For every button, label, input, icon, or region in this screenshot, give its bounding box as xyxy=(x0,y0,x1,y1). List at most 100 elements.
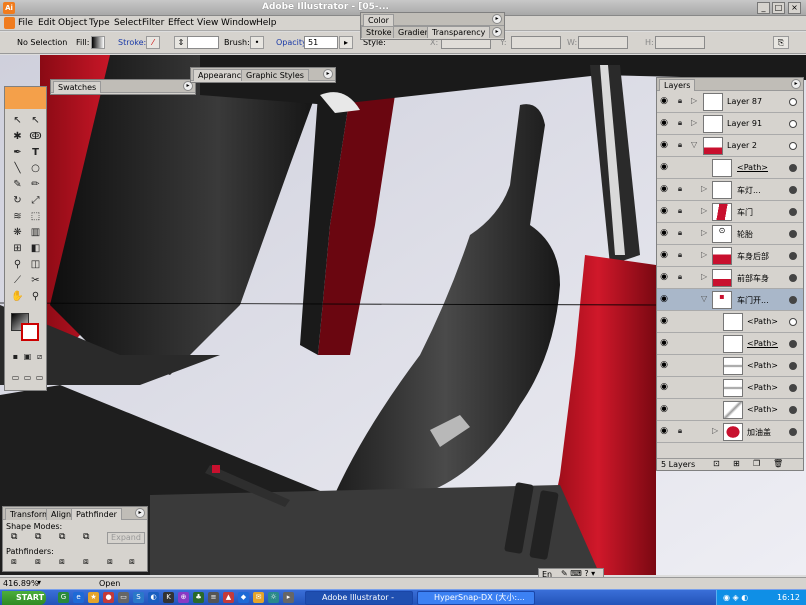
type-tool-icon[interactable]: T xyxy=(27,145,44,160)
selection-tool-icon[interactable]: ↖ xyxy=(9,113,26,128)
document-icon[interactable] xyxy=(4,17,15,29)
visibility-eye-icon[interactable]: ◉ xyxy=(659,118,669,128)
visibility-eye-icon[interactable]: ◉ xyxy=(659,250,669,260)
menu-file[interactable]: File xyxy=(18,18,33,28)
hand-tool-icon[interactable]: ✋ xyxy=(9,289,26,304)
layer-row[interactable]: ◉ <Path> xyxy=(657,377,803,399)
quicklaunch-icon[interactable]: ◆ xyxy=(238,592,249,603)
minimize-button[interactable]: _ xyxy=(757,2,770,14)
target-circle-icon[interactable] xyxy=(789,120,797,128)
target-circle-icon[interactable] xyxy=(789,428,797,436)
visibility-eye-icon[interactable]: ◉ xyxy=(659,338,669,348)
tray-icons[interactable]: ◉ ◈ ◐ xyxy=(723,593,748,602)
trim-icon[interactable]: ⧈ xyxy=(35,557,41,567)
visibility-eye-icon[interactable]: ◉ xyxy=(659,206,669,216)
expand-triangle-icon[interactable]: ▷ xyxy=(701,228,707,237)
control-menu-icon[interactable]: ⎘ xyxy=(773,36,789,49)
menu-select[interactable]: Select xyxy=(114,18,142,28)
target-circle-icon[interactable] xyxy=(789,296,797,304)
scale-tool-icon[interactable]: ⤢ xyxy=(27,193,44,208)
tab-pathfinder[interactable]: Pathfinder xyxy=(71,508,122,520)
layer-row[interactable]: ◉ <Path> xyxy=(657,157,803,179)
opacity-dropdown[interactable]: ▸ xyxy=(339,36,353,49)
zoom-tool-icon[interactable]: ⚲ xyxy=(27,289,44,304)
blend-tool-icon[interactable]: ◫ xyxy=(27,257,44,272)
taskbar-item-hypersnap[interactable]: HyperSnap-DX (大小:... xyxy=(417,591,535,605)
expand-triangle-icon[interactable]: ▷ xyxy=(691,96,697,105)
minus-back-icon[interactable]: ⧈ xyxy=(129,557,135,567)
menu-window[interactable]: Window xyxy=(221,18,257,28)
expand-triangle-icon[interactable]: ▷ xyxy=(701,272,707,281)
layer-row[interactable]: ◉ 🔒︎ ▷ 车身后部 xyxy=(657,245,803,267)
eyedropper-tool-icon[interactable]: ⚲ xyxy=(9,257,26,272)
menu-type[interactable]: Type xyxy=(89,18,110,28)
tab-stroke[interactable]: Stroke xyxy=(361,26,397,38)
menu-object[interactable]: Object xyxy=(58,18,87,28)
stroke-color-box[interactable] xyxy=(21,323,39,341)
layer-row[interactable]: ◉ 🔒︎ ▷ ⊙ 轮胎 xyxy=(657,223,803,245)
direct-selection-tool-icon[interactable]: ↖ xyxy=(27,113,44,128)
tab-layers[interactable]: Layers xyxy=(659,79,696,91)
outline-icon[interactable]: ⧈ xyxy=(107,557,113,567)
visibility-eye-icon[interactable]: ◉ xyxy=(659,96,669,106)
new-sublayer-icon[interactable]: ⊞ xyxy=(733,459,740,468)
menu-effect[interactable]: Effect xyxy=(168,18,194,28)
h-field[interactable] xyxy=(655,36,705,49)
target-circle-icon[interactable] xyxy=(789,208,797,216)
graph-tool-icon[interactable]: ▥ xyxy=(27,225,44,240)
pencil-tool-icon[interactable]: ✏ xyxy=(27,177,44,192)
layer-row[interactable]: ◉ <Path> xyxy=(657,399,803,421)
expand-triangle-icon[interactable]: ▽ xyxy=(691,140,697,149)
ellipse-tool-icon[interactable]: ○ xyxy=(27,161,44,176)
stroke-weight-field[interactable] xyxy=(187,36,219,49)
lock-icon[interactable]: 🔒︎ xyxy=(675,426,685,437)
start-button[interactable]: START xyxy=(2,591,46,605)
layer-row[interactable]: ◉ 🔒︎ ▷ Layer 91 xyxy=(657,113,803,135)
visibility-eye-icon[interactable]: ◉ xyxy=(659,404,669,414)
delete-layer-icon[interactable]: 🗑︎ xyxy=(773,459,783,468)
maximize-button[interactable]: □ xyxy=(772,2,785,14)
layer-row[interactable]: ◉ 🔒︎ ▷ 车灯... xyxy=(657,179,803,201)
divide-icon[interactable]: ⧈ xyxy=(11,557,17,567)
brush-picker[interactable]: • xyxy=(250,36,264,49)
warp-tool-icon[interactable]: ≋ xyxy=(9,209,26,224)
layer-row[interactable]: ◉ 🔒︎ ▽ Layer 2 xyxy=(657,135,803,157)
scissors-tool-icon[interactable]: ✂ xyxy=(27,273,44,288)
free-transform-tool-icon[interactable]: ⬚ xyxy=(27,209,44,224)
none-mode-icon[interactable]: ⧄ xyxy=(31,349,48,364)
lock-icon[interactable]: 🔒︎ xyxy=(675,272,685,283)
merge-icon[interactable]: ⧈ xyxy=(59,557,65,567)
quicklaunch-icon[interactable]: G xyxy=(58,592,69,603)
menu-edit[interactable]: Edit xyxy=(38,18,55,28)
crop-icon[interactable]: ⧈ xyxy=(83,557,89,567)
quicklaunch-icon[interactable]: e xyxy=(73,592,84,603)
menu-view[interactable]: View xyxy=(197,18,218,28)
make-clipping-mask-icon[interactable]: ⊡ xyxy=(713,459,720,468)
fill-swatch[interactable] xyxy=(91,36,105,49)
illustrator-app-icon[interactable]: Ai xyxy=(3,2,15,14)
target-circle-icon[interactable] xyxy=(789,230,797,238)
target-circle-icon[interactable] xyxy=(789,98,797,106)
slice-tool-icon[interactable]: ⟋ xyxy=(9,273,26,288)
quicklaunch-icon[interactable]: S xyxy=(133,592,144,603)
close-button[interactable]: × xyxy=(788,2,801,14)
menu-filter[interactable]: Filter xyxy=(142,18,164,28)
y-field[interactable] xyxy=(511,36,561,49)
target-circle-icon[interactable] xyxy=(789,164,797,172)
layer-row[interactable]: ◉ 🔒︎ ▷ 车门 xyxy=(657,201,803,223)
paintbrush-tool-icon[interactable]: ✎ xyxy=(9,177,26,192)
expand-triangle-icon[interactable]: ▷ xyxy=(701,184,707,193)
layer-row[interactable]: ◉ 🔒︎ ▷ 前部车身 xyxy=(657,267,803,289)
quicklaunch-icon[interactable]: ▲ xyxy=(223,592,234,603)
layers-panel-menu-icon[interactable]: ▸ xyxy=(791,79,801,89)
target-circle-icon[interactable] xyxy=(789,340,797,348)
visibility-eye-icon[interactable]: ◉ xyxy=(659,272,669,282)
target-circle-icon[interactable] xyxy=(789,406,797,414)
visibility-eye-icon[interactable]: ◉ xyxy=(659,162,669,172)
menu-help[interactable]: Help xyxy=(256,18,277,28)
visibility-eye-icon[interactable]: ◉ xyxy=(659,382,669,392)
quicklaunch-icon[interactable]: ▭ xyxy=(118,592,129,603)
target-circle-icon[interactable] xyxy=(789,274,797,282)
target-circle-icon[interactable] xyxy=(789,384,797,392)
expand-triangle-icon[interactable]: ▷ xyxy=(701,206,707,215)
